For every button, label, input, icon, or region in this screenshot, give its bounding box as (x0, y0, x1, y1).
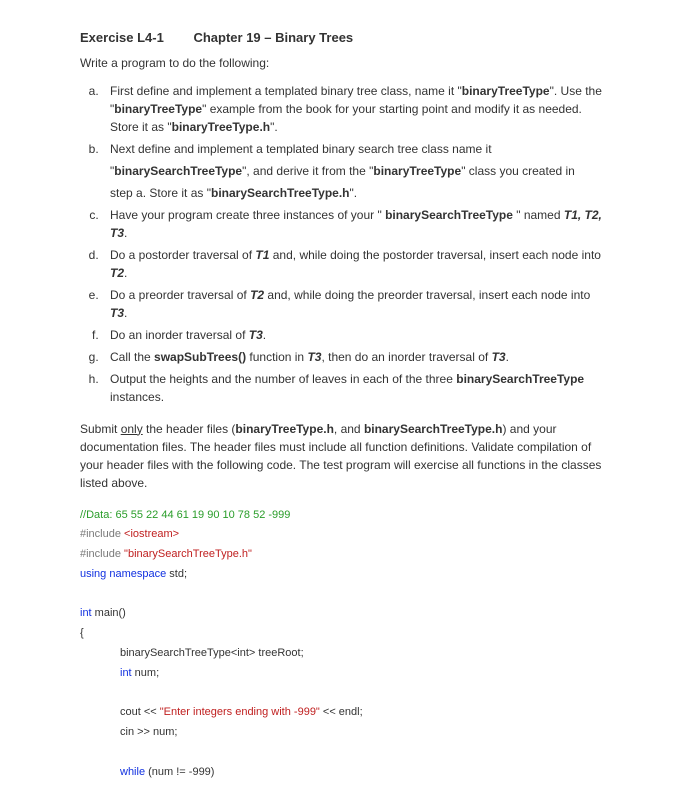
item-b: Next define and implement a templated bi… (102, 140, 605, 202)
item-d: Do a postorder traversal of T1 and, whil… (102, 246, 605, 282)
intro-text: Write a program to do the following: (80, 54, 605, 72)
submit-paragraph: Submit only the header files (binaryTree… (80, 420, 605, 492)
chapter-label: Chapter 19 – Binary Trees (193, 28, 353, 48)
item-h: Output the heights and the number of lea… (102, 370, 605, 406)
title: Exercise L4-1 Chapter 19 – Binary Trees (80, 28, 605, 48)
code-block: //Data: 65 55 22 44 61 19 90 10 78 52 -9… (80, 506, 605, 783)
item-c: Have your program create three instances… (102, 206, 605, 242)
item-f: Do an inorder traversal of T3. (102, 326, 605, 344)
item-g: Call the swapSubTrees() function in T3, … (102, 348, 605, 366)
code-comment: //Data: 65 55 22 44 61 19 90 10 78 52 -9… (80, 509, 290, 521)
exercise-label: Exercise L4-1 (80, 28, 164, 48)
exercise-list: First define and implement a templated b… (80, 82, 605, 406)
item-a: First define and implement a templated b… (102, 82, 605, 136)
item-e: Do a preorder traversal of T2 and, while… (102, 286, 605, 322)
